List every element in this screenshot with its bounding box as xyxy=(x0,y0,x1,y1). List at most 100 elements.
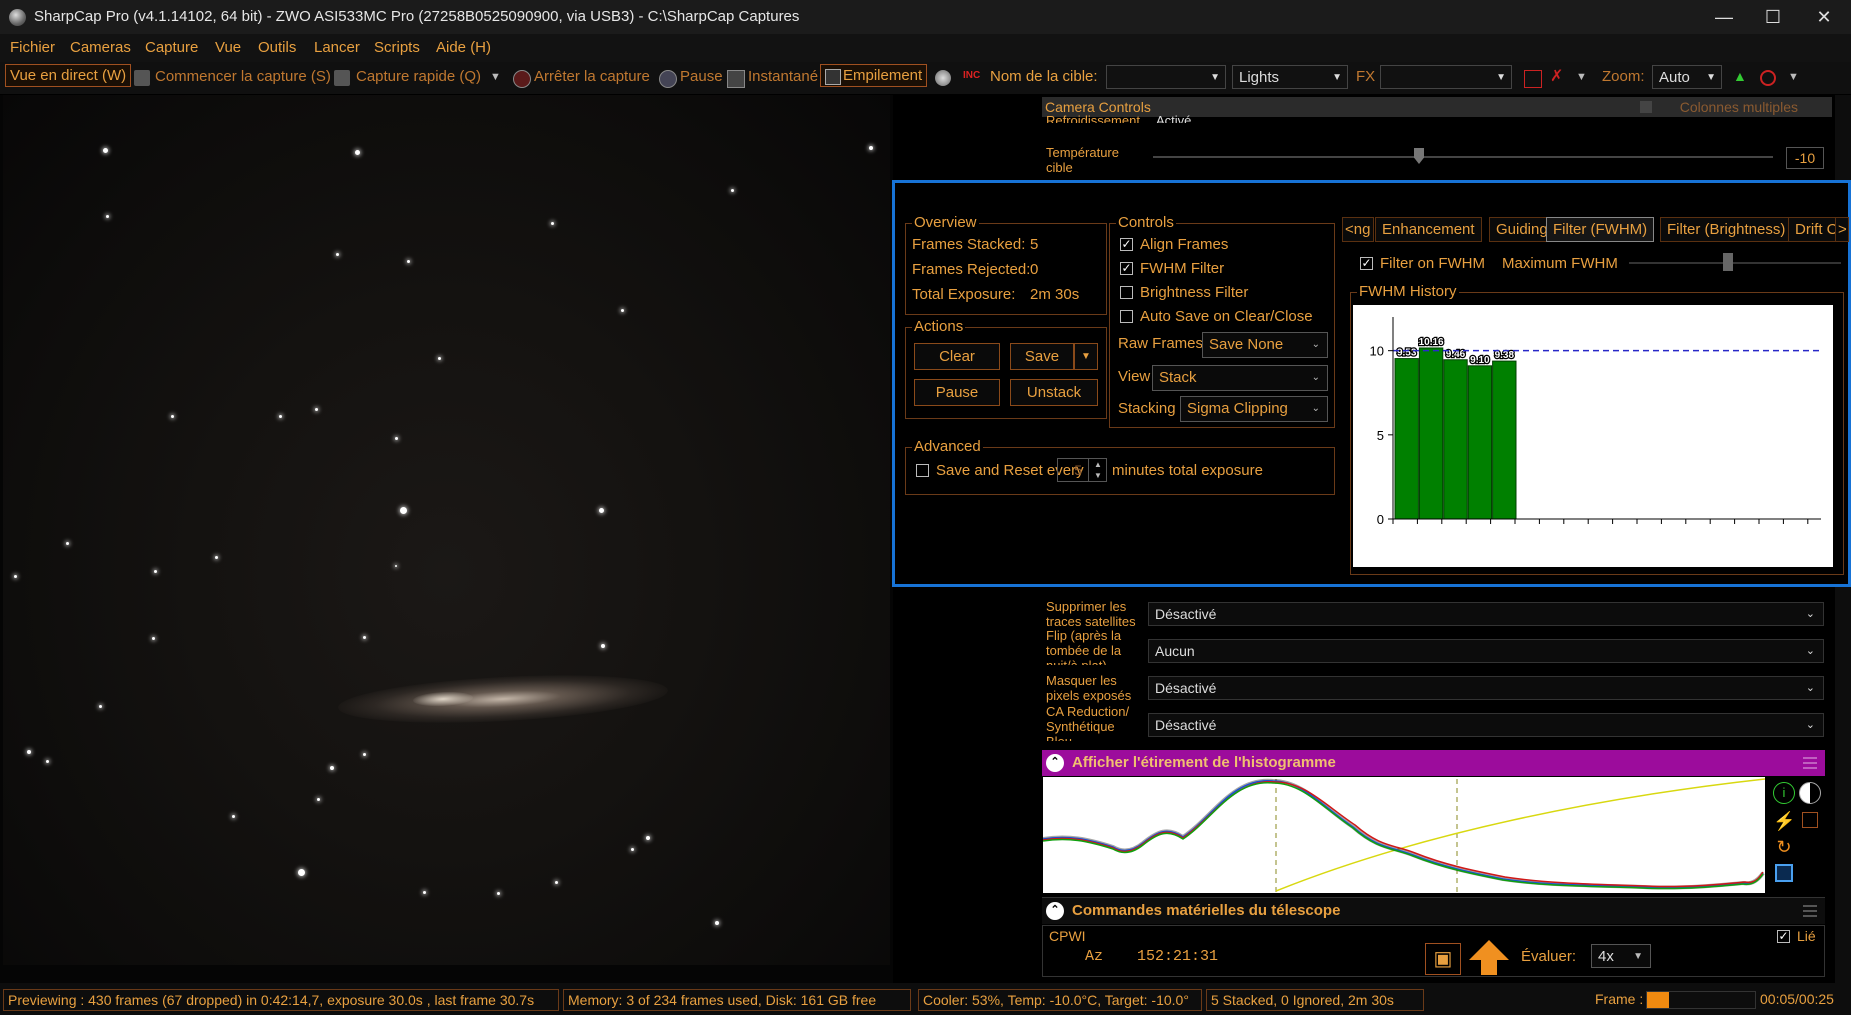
quick-capture-button[interactable]: Capture rapide (Q) xyxy=(356,68,481,85)
save-icon[interactable] xyxy=(1775,864,1793,882)
ca-reduction-label: CA Reduction/ Synthétique Bleu xyxy=(1046,704,1130,741)
collapse-icon[interactable]: ⌃ xyxy=(1046,902,1064,920)
total-exposure-value: 2m 30s xyxy=(1030,286,1080,303)
auto-save-checkbox[interactable] xyxy=(1120,310,1133,323)
pause-stack-button[interactable]: Pause xyxy=(914,379,1000,406)
maximize-button[interactable]: ☐ xyxy=(1750,0,1796,34)
tab-enhancement[interactable]: Enhancement xyxy=(1375,217,1482,242)
menu-capture[interactable]: Capture xyxy=(145,39,198,56)
auto-stretch-icon[interactable]: ⚡ xyxy=(1773,810,1795,832)
pause-button[interactable]: Pause xyxy=(680,68,723,85)
brightness-filter-checkbox[interactable] xyxy=(1120,286,1133,299)
focus-icon[interactable]: ✗ xyxy=(1550,66,1566,85)
telescope-section-header[interactable]: ⌃ Commandes matérielles du télescope xyxy=(1042,897,1825,924)
minimize-button[interactable]: — xyxy=(1701,0,1747,34)
menu-help[interactable]: Aide (H) xyxy=(436,39,491,56)
tab-prev[interactable]: <ng xyxy=(1342,217,1374,242)
cooling-value[interactable]: Activé xyxy=(1156,113,1191,123)
target-temp-input[interactable]: -10 xyxy=(1786,147,1824,169)
mask-exposed-pixels-label: Masquer les pixels exposés xyxy=(1046,673,1132,703)
status-bar: Previewing : 430 frames (67 dropped) in … xyxy=(0,983,1851,1015)
info-icon[interactable]: i xyxy=(1773,782,1795,804)
goto-icon[interactable]: ▣ xyxy=(1425,943,1461,975)
save-button[interactable]: Save xyxy=(1010,343,1074,370)
fwhm-filter-label: FWHM Filter xyxy=(1140,260,1225,277)
menu-view[interactable]: Vue xyxy=(215,39,241,56)
quick-capture-dropdown-icon[interactable]: ▼ xyxy=(490,71,501,83)
frame-progress-fill xyxy=(1647,992,1669,1008)
flip-select[interactable]: Aucun ⌄ xyxy=(1148,639,1824,663)
menu-tools[interactable]: Outils xyxy=(258,39,296,56)
fwhm-bar-label: 9.38 xyxy=(1495,350,1515,361)
target-name-input[interactable]: ▼ xyxy=(1106,65,1226,89)
graph-icon[interactable]: ▲ xyxy=(1733,68,1749,84)
menu-icon[interactable] xyxy=(1803,905,1817,907)
app-icon xyxy=(9,9,26,26)
unstack-button[interactable]: Unstack xyxy=(1010,379,1098,406)
mask-exposed-pixels-select[interactable]: Désactivé ⌄ xyxy=(1148,676,1824,700)
view-select[interactable]: Stack ⌄ xyxy=(1152,365,1328,391)
multi-columns-checkbox[interactable] xyxy=(1640,101,1652,113)
stacking-mode-select[interactable]: Sigma Clipping ⌄ xyxy=(1180,396,1328,422)
snapshot-button[interactable]: Instantané xyxy=(748,68,818,85)
status-cooler: Cooler: 53%, Temp: -10.0°C, Target: -10.… xyxy=(918,989,1202,1011)
align-frames-checkbox[interactable]: ✓ xyxy=(1120,238,1133,251)
target-temp-slider-thumb[interactable] xyxy=(1414,148,1424,164)
stop-capture-button[interactable]: Arrêter la capture xyxy=(534,68,650,85)
menu-file[interactable]: Fichier xyxy=(10,39,55,56)
menu-scripts[interactable]: Scripts xyxy=(374,39,420,56)
linked-checkbox[interactable]: ✓ xyxy=(1777,930,1790,943)
histogram-stretch-chart[interactable] xyxy=(1042,777,1769,893)
max-fwhm-slider-thumb[interactable] xyxy=(1723,253,1733,271)
zoom-select[interactable]: Auto ▼ xyxy=(1652,65,1722,89)
focus-dropdown-icon[interactable]: ▼ xyxy=(1576,71,1587,83)
fx-select[interactable]: ▼ xyxy=(1380,65,1512,89)
flip-label: Flip (après la tombée de la nuit/à plat) xyxy=(1046,628,1122,665)
tab-guiding[interactable]: Guiding xyxy=(1489,217,1555,242)
menu-launch[interactable]: Lancer xyxy=(314,39,360,56)
tab-filter-fwhm[interactable]: Filter (FWHM) xyxy=(1546,217,1655,242)
frame-time: 00:05/00:25 xyxy=(1760,991,1834,1007)
minutes-stepper[interactable]: ▲ ▼ xyxy=(1088,459,1107,481)
save-reset-checkbox[interactable] xyxy=(916,464,929,477)
satellite-removal-select[interactable]: Désactivé ⌄ xyxy=(1148,602,1824,626)
clear-button[interactable]: Clear xyxy=(914,343,1000,370)
tab-drift[interactable]: Drift C xyxy=(1788,217,1840,242)
save-dropdown-button[interactable]: ▼ xyxy=(1074,343,1098,370)
tab-filter-brightness[interactable]: Filter (Brightness) xyxy=(1660,217,1793,242)
histogram-icon[interactable] xyxy=(935,70,951,86)
view-label: View xyxy=(1118,368,1151,385)
window-title: SharpCap Pro (v4.1.14102, 64 bit) - ZWO … xyxy=(34,8,800,25)
move-north-icon[interactable] xyxy=(1469,940,1509,960)
fwhm-bar-label: 10.16 xyxy=(1419,337,1444,348)
close-button[interactable]: ✕ xyxy=(1801,0,1847,34)
ca-reduction-select[interactable]: Désactivé ⌄ xyxy=(1148,713,1824,737)
raw-frames-select[interactable]: Save None ⌄ xyxy=(1202,332,1328,358)
histogram-section-header[interactable]: ⌃ Afficher l'étirement de l'histogramme xyxy=(1042,750,1825,776)
filter-on-fwhm-checkbox[interactable]: ✓ xyxy=(1360,257,1373,270)
contrast-icon[interactable] xyxy=(1799,782,1821,804)
menu-icon[interactable] xyxy=(1803,757,1817,759)
tab-next[interactable]: > xyxy=(1835,217,1849,242)
target-temp-slider-track[interactable] xyxy=(1153,156,1773,158)
fwhm-filter-checkbox[interactable]: ✓ xyxy=(1120,262,1133,275)
target-icon[interactable] xyxy=(1760,70,1776,86)
start-capture-button[interactable]: Commencer la capture (S) xyxy=(155,68,331,85)
stacking-button[interactable]: Empilement xyxy=(820,64,928,87)
collapse-icon[interactable]: ⌃ xyxy=(1046,754,1064,772)
frame-label: Frame : xyxy=(1595,991,1644,1007)
more-dropdown-icon[interactable]: ▼ xyxy=(1788,71,1799,83)
az-label: Az xyxy=(1085,948,1104,965)
lock-icon[interactable] xyxy=(1802,812,1818,828)
frame-type-select[interactable]: Lights ▼ xyxy=(1232,65,1348,89)
reset-icon[interactable]: ↻ xyxy=(1773,836,1795,858)
crop-icon[interactable] xyxy=(1524,70,1542,88)
menu-cameras[interactable]: Cameras xyxy=(70,39,131,56)
max-fwhm-slider-track[interactable] xyxy=(1629,262,1841,264)
reticule-icon[interactable]: INC xyxy=(963,70,980,86)
frame-progress-bar xyxy=(1646,991,1756,1009)
live-view-button[interactable]: Vue en direct (W) xyxy=(5,64,132,87)
rate-select[interactable]: 4x ▼ xyxy=(1591,944,1651,968)
camera-image-view[interactable] xyxy=(0,95,893,983)
fwhm-history-chart: 9.5310.169.469.10 9.38 1050 xyxy=(1353,305,1833,567)
